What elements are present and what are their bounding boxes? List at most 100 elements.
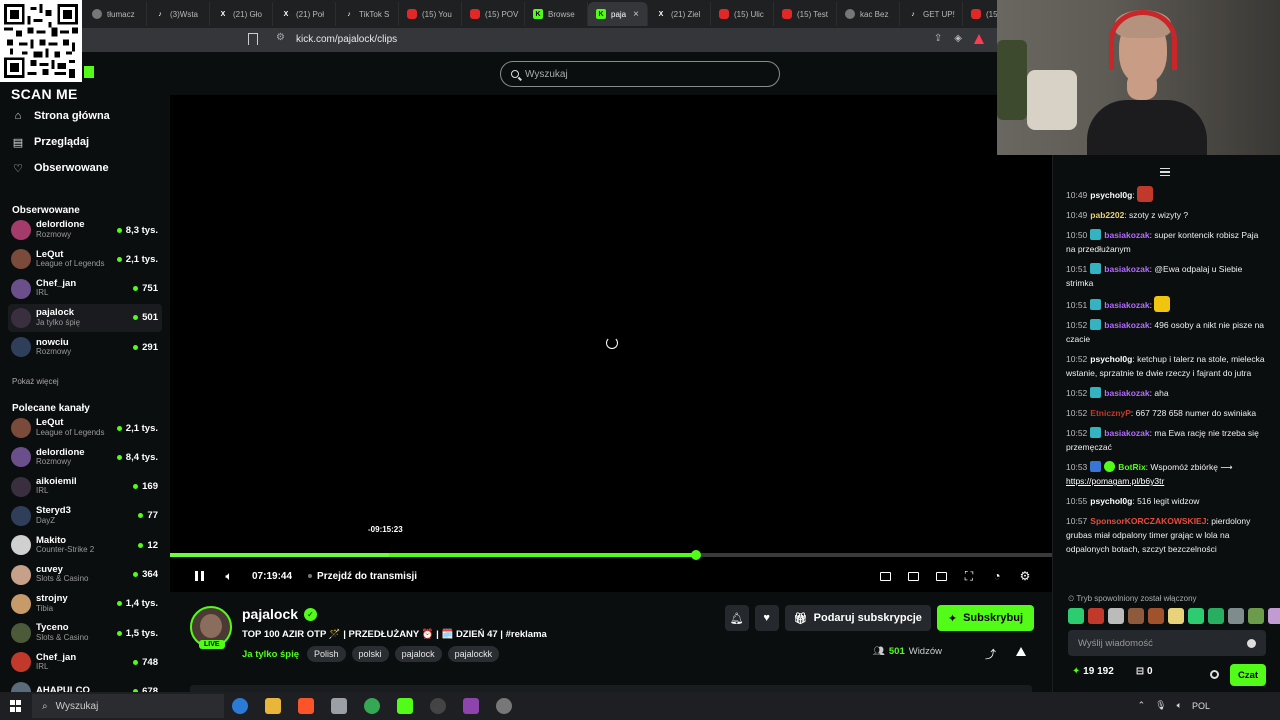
bookmark-icon[interactable] bbox=[248, 33, 258, 45]
tag-chip[interactable]: polski bbox=[351, 646, 389, 662]
progress-bar[interactable] bbox=[170, 550, 1052, 560]
streamer-name[interactable]: pajalock bbox=[242, 606, 298, 622]
subscribe-button[interactable]: ✦ Subskrybuj bbox=[936, 605, 1034, 631]
emote-icon[interactable] bbox=[1208, 608, 1224, 624]
video-player[interactable]: -09:15:23 🔈︎ 07:19:44 Przejdź do transmi… bbox=[170, 95, 1052, 592]
browser-tab[interactable]: (15) POV bbox=[462, 2, 525, 26]
emote-icon[interactable] bbox=[1168, 608, 1184, 624]
chat-username[interactable]: basiakozak bbox=[1104, 320, 1149, 330]
volume-icon[interactable]: 🔈︎ bbox=[222, 569, 236, 583]
browser-tab[interactable]: K Browse bbox=[525, 2, 588, 26]
miniplayer-icon[interactable] bbox=[878, 569, 892, 583]
nav-browse[interactable]: ▤ Przeglądaj bbox=[12, 136, 89, 149]
chat-username[interactable]: psychol0g bbox=[1090, 354, 1132, 364]
follow-heart-icon[interactable]: ♥ bbox=[754, 605, 779, 631]
browser-tab[interactable]: X (21) Ziel bbox=[648, 2, 711, 26]
channel-row[interactable]: delordione Rozmowy 8,3 tys. bbox=[8, 216, 162, 244]
chat-username[interactable]: BotRix bbox=[1118, 462, 1145, 472]
progress-thumb[interactable] bbox=[690, 550, 701, 560]
volume-icon[interactable]: 🔈︎ bbox=[1177, 700, 1182, 711]
app-icon[interactable] bbox=[496, 698, 512, 714]
fullscreen-icon[interactable]: ⛶ bbox=[962, 569, 976, 583]
channel-row[interactable]: Steryd3 DayZ 77 bbox=[8, 502, 162, 530]
brave-shield-icon[interactable]: ◈ bbox=[954, 33, 962, 44]
search-input[interactable] bbox=[525, 68, 765, 80]
emote-icon[interactable] bbox=[1108, 608, 1124, 624]
emoji-picker-icon[interactable] bbox=[1247, 638, 1256, 648]
browser-tab[interactable]: X (21) Gło bbox=[210, 2, 273, 26]
app-icon[interactable] bbox=[331, 698, 347, 714]
kick-logo[interactable] bbox=[84, 66, 94, 78]
browser-tab[interactable]: Kpaja × bbox=[588, 2, 648, 26]
report-icon[interactable] bbox=[1016, 647, 1026, 656]
kicks-balance[interactable]: ✦ 19 192 bbox=[1072, 666, 1114, 677]
browser-tab[interactable]: kac Bez bbox=[837, 2, 900, 26]
chat-username[interactable]: basiakozak bbox=[1104, 264, 1149, 274]
chat-username[interactable]: SponsorKORCZAKOWSKIEJ bbox=[1090, 516, 1206, 526]
theater-mode-icon[interactable] bbox=[934, 569, 948, 583]
emote-icon[interactable] bbox=[1088, 608, 1104, 624]
show-more-link[interactable]: Pokaż więcej bbox=[12, 377, 59, 386]
nav-following[interactable]: ♡ Obserwowane bbox=[12, 162, 109, 175]
browser-tab[interactable]: (15) Je bbox=[963, 2, 1000, 26]
browser-tab[interactable]: (15) Test bbox=[774, 2, 837, 26]
tag-chip[interactable]: pajalock bbox=[394, 646, 442, 662]
search-bar[interactable] bbox=[500, 61, 780, 87]
chat-menu-icon[interactable] bbox=[1160, 168, 1170, 176]
windows-start-icon[interactable] bbox=[10, 700, 22, 712]
channel-row[interactable]: cuvey Slots & Casino 364 bbox=[8, 561, 162, 589]
chat-username[interactable]: EtnicznyP bbox=[1090, 408, 1131, 418]
browser-tab[interactable]: (15) You bbox=[399, 2, 462, 26]
settings-gear-icon[interactable]: ⚙ bbox=[1018, 569, 1032, 583]
tag-chip[interactable]: Polish bbox=[307, 646, 346, 662]
channel-row[interactable]: Makito Counter-Strike 2 12 bbox=[8, 531, 162, 559]
brave-rewards-icon[interactable] bbox=[974, 34, 984, 44]
channel-row[interactable]: LeQut League of Legends 2,1 tys. bbox=[8, 245, 162, 273]
share-icon[interactable]: ⤴ bbox=[985, 646, 996, 662]
channel-row[interactable]: pajalock Ja tylko śpię 501 bbox=[8, 303, 162, 332]
chat-input-box[interactable] bbox=[1068, 630, 1266, 656]
notifications-bell-icon[interactable]: 🔔︎ bbox=[724, 605, 749, 631]
browser-tab[interactable]: X (21) Poł bbox=[273, 2, 336, 26]
emote-icon[interactable] bbox=[1188, 608, 1204, 624]
channel-row[interactable]: Chef_jan IRL 748 bbox=[8, 648, 162, 676]
chat-username[interactable]: basiakozak bbox=[1104, 300, 1149, 310]
channel-row[interactable]: LeQut League of Legends 2,1 tys. bbox=[8, 414, 162, 442]
gifts-balance[interactable]: ⊟ 0 bbox=[1136, 666, 1153, 677]
language-indicator[interactable]: POL bbox=[1192, 701, 1210, 711]
browser-tab[interactable]: (15) Ulic bbox=[711, 2, 774, 26]
chat-link[interactable]: https://pomagam.pl/b6y3tr bbox=[1066, 476, 1164, 486]
tag-chip[interactable]: pajalockk bbox=[447, 646, 500, 662]
chat-send-button[interactable]: Czat bbox=[1230, 664, 1267, 686]
pause-icon[interactable] bbox=[192, 569, 206, 583]
emote-icon[interactable] bbox=[1248, 608, 1264, 624]
browser-tab[interactable]: ♪ (3)Wsta bbox=[147, 2, 210, 26]
emote-icon[interactable] bbox=[1148, 608, 1164, 624]
microphone-icon[interactable]: 🎙︎ bbox=[1155, 700, 1166, 711]
stream-category[interactable]: Ja tylko śpię bbox=[242, 649, 299, 660]
nav-home[interactable]: ⌂ Strona główna bbox=[12, 110, 110, 122]
chat-username[interactable]: pab2202 bbox=[1090, 210, 1124, 220]
discord-icon[interactable] bbox=[463, 698, 479, 714]
brave-icon[interactable] bbox=[298, 698, 314, 714]
chat-username[interactable]: psychol0g bbox=[1090, 190, 1132, 200]
emote-icon[interactable] bbox=[1128, 608, 1144, 624]
channel-row[interactable]: Chef_jan IRL 751 bbox=[8, 275, 162, 303]
chat-username[interactable]: psychol0g bbox=[1090, 496, 1132, 506]
chat-username[interactable]: basiakozak bbox=[1104, 428, 1149, 438]
browser-tab[interactable]: tłumacz bbox=[84, 2, 147, 26]
playback-speed-icon[interactable]: ◔ bbox=[990, 569, 1004, 583]
obs-icon[interactable] bbox=[430, 698, 446, 714]
chat-input[interactable] bbox=[1078, 637, 1238, 649]
go-live-button[interactable]: Przejdź do transmisji bbox=[308, 571, 417, 582]
kick-app-icon[interactable] bbox=[397, 698, 413, 714]
close-tab-icon[interactable]: × bbox=[633, 9, 639, 20]
edge-icon[interactable] bbox=[232, 698, 248, 714]
channel-row[interactable]: nowciu Rozmowy 291 bbox=[8, 333, 162, 361]
browser-tab[interactable]: ♪ TikTok S bbox=[336, 2, 399, 26]
channel-row[interactable]: delordione Rozmowy 8,4 tys. bbox=[8, 443, 162, 471]
share-icon[interactable]: ⇪ bbox=[934, 33, 942, 44]
clip-icon[interactable] bbox=[906, 569, 920, 583]
chevron-up-icon[interactable]: ⌃ bbox=[1138, 700, 1146, 711]
chat-username[interactable]: basiakozak bbox=[1104, 230, 1149, 240]
